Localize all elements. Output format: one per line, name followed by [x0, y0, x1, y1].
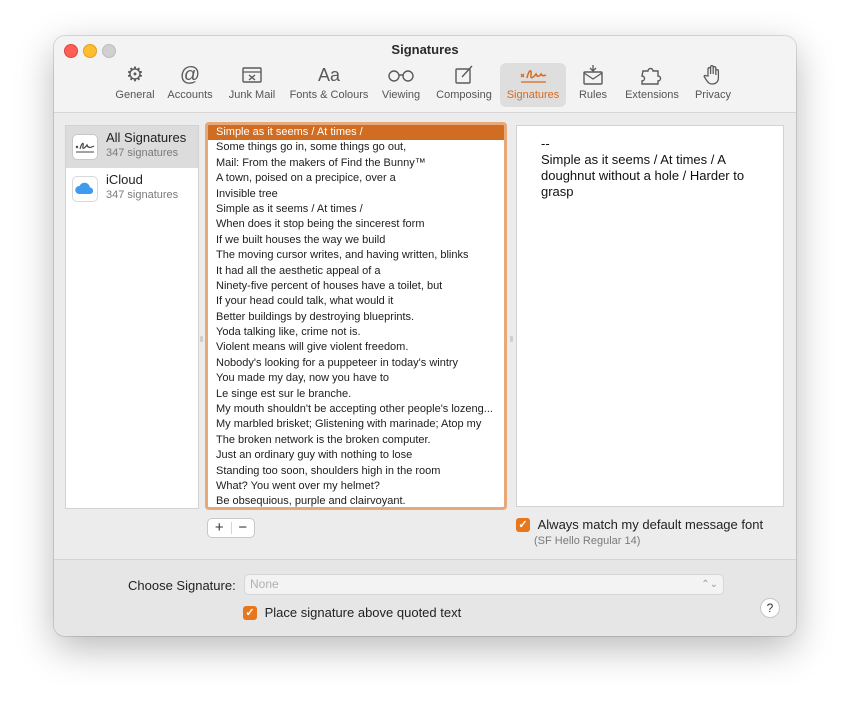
signature-list-item[interactable]: My mouth shouldn't be accepting other pe…: [208, 402, 504, 417]
junk-tray-icon: [224, 63, 280, 87]
gear-icon: ⚙: [126, 64, 144, 86]
title-bar: Signatures ⚙ General @ Accounts Junk Mai…: [54, 36, 796, 113]
signature-list-item[interactable]: Just an ordinary guy with nothing to los…: [208, 448, 504, 463]
tab-composing[interactable]: Composing: [432, 63, 496, 107]
tab-accounts[interactable]: @ Accounts: [163, 63, 217, 107]
help-button[interactable]: ?: [760, 598, 780, 618]
signature-list-item[interactable]: Ninety-five percent of houses have a toi…: [208, 279, 504, 294]
hand-icon: [690, 63, 736, 87]
signature-list-item[interactable]: Better buildings by destroying blueprint…: [208, 310, 504, 325]
split-handle[interactable]: [200, 336, 203, 342]
tab-general[interactable]: ⚙ General: [111, 63, 159, 107]
signature-list-item[interactable]: The broken network is the broken compute…: [208, 433, 504, 448]
signature-list-item[interactable]: Le singe est sur le branche.: [208, 387, 504, 402]
font-aa-icon: Aa: [317, 65, 341, 85]
signature-list-item[interactable]: What? You went over my helmet?: [208, 479, 504, 494]
window-title: Signatures: [391, 42, 459, 57]
rules-envelope-icon: [572, 63, 614, 87]
tab-signatures[interactable]: Signatures: [500, 63, 566, 107]
chevron-up-down-icon: ⌃⌄: [701, 579, 718, 590]
tab-viewing[interactable]: Viewing: [378, 63, 424, 107]
signature-preview-text: Simple as it seems / At times / A doughn…: [541, 152, 745, 199]
signature-list-item[interactable]: A town, poised on a precipice, over a: [208, 171, 504, 186]
signature-list-item[interactable]: Some things go in, some things go out,: [208, 140, 504, 155]
signature-list-item[interactable]: Invisible tree: [208, 187, 504, 202]
tab-fonts-colours[interactable]: Aa Fonts & Colours: [286, 63, 372, 107]
choose-signature-select[interactable]: None ⌃⌄: [244, 574, 724, 595]
choose-signature-value: None: [250, 577, 279, 591]
icloud-icon: [72, 176, 98, 202]
signature-list-item[interactable]: Violent means will give violent freedom.: [208, 340, 504, 355]
signature-preview[interactable]: -- Simple as it seems / At times / A dou…: [516, 125, 784, 507]
account-all-signatures[interactable]: All Signatures 347 signatures: [66, 126, 198, 168]
signature-list-item[interactable]: Nobody's looking for a puppeteer in toda…: [208, 356, 504, 371]
remove-signature-button[interactable]: −: [232, 519, 255, 537]
glasses-icon: [378, 63, 424, 87]
puzzle-icon: [620, 63, 684, 87]
signature-list[interactable]: Simple as it seems / At times / Some thin…: [205, 122, 507, 510]
signature-list-item[interactable]: Be obsequious, purple and clairvoyant.: [208, 494, 504, 507]
signature-icon: [72, 134, 98, 160]
tab-privacy[interactable]: Privacy: [690, 63, 736, 107]
tab-rules[interactable]: Rules: [572, 63, 614, 107]
signature-list-item[interactable]: Standing too soon, shoulders high in the…: [208, 464, 504, 479]
bottom-panel: Choose Signature: None ⌃⌄ ✓ Place signat…: [54, 559, 796, 636]
checkbox-checked[interactable]: ✓: [243, 605, 257, 620]
signature-icon: [500, 63, 566, 87]
signature-list-item[interactable]: Mail: From the makers of Find the Bunny™: [208, 156, 504, 171]
compose-icon: [432, 63, 496, 87]
signature-list-item[interactable]: Simple as it seems / At times /: [208, 202, 504, 217]
signature-list-item[interactable]: If we built houses the way we build: [208, 233, 504, 248]
split-handle[interactable]: [510, 336, 513, 342]
signature-list-item[interactable]: Simple as it seems / At times /: [208, 125, 504, 141]
checkbox-checked[interactable]: ✓: [516, 517, 530, 532]
always-match-font-checkbox[interactable]: ✓ Always match my default message font: [516, 516, 763, 532]
default-font-note: (SF Hello Regular 14): [534, 535, 641, 547]
signature-list-item[interactable]: My marbled brisket; Glistening with mari…: [208, 417, 504, 432]
signature-separator: --: [541, 136, 550, 151]
accounts-sidebar: All Signatures 347 signatures iCloud 347…: [65, 125, 199, 509]
tab-extensions[interactable]: Extensions: [620, 63, 684, 107]
add-remove-control: + −: [207, 518, 255, 538]
signature-list-item[interactable]: When does it stop being the sincerest fo…: [208, 217, 504, 232]
account-icloud[interactable]: iCloud 347 signatures: [66, 168, 198, 210]
add-signature-button[interactable]: +: [208, 519, 231, 537]
at-sign-icon: @: [179, 64, 201, 86]
signature-list-item[interactable]: Yoda talking like, crime not is.: [208, 325, 504, 340]
signature-list-item[interactable]: If your head could talk, what would it: [208, 294, 504, 309]
signature-list-item[interactable]: The moving cursor writes, and having wri…: [208, 248, 504, 263]
place-signature-above-checkbox[interactable]: ✓ Place signature above quoted text: [243, 604, 461, 620]
tab-junk-mail[interactable]: Junk Mail: [224, 63, 280, 107]
choose-signature-label: Choose Signature:: [128, 578, 236, 593]
signature-list-item[interactable]: It had all the aesthetic appeal of a: [208, 264, 504, 279]
signature-list-item[interactable]: You made my day, now you have to: [208, 371, 504, 386]
preferences-window: Signatures ⚙ General @ Accounts Junk Mai…: [54, 36, 796, 636]
